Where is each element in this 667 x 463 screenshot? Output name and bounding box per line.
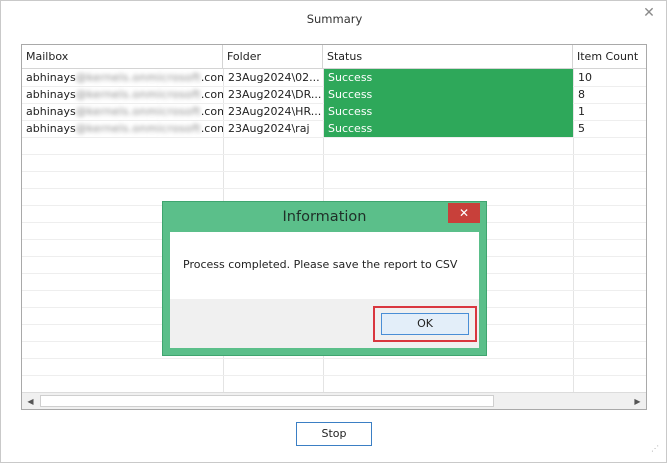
status-cell: Success xyxy=(324,69,573,86)
mailbox-cell: abhinays@kernels.onmicrosoft.com xyxy=(26,71,223,84)
stop-button[interactable]: Stop xyxy=(296,422,372,446)
table-row[interactable]: abhinays@kernels.onmicrosoft.com 23Aug20… xyxy=(22,86,646,103)
status-cell: Success xyxy=(324,86,573,103)
arrow-right-icon[interactable]: ▶ xyxy=(629,393,646,409)
ok-button-highlight: OK xyxy=(373,306,477,342)
arrow-left-icon[interactable]: ◀ xyxy=(22,393,39,409)
close-icon[interactable]: ✕ xyxy=(448,203,480,223)
summary-window: Summary ✕ Mailbox Folder Status Item Cou… xyxy=(0,0,667,463)
mailbox-cell: abhinays@kernels.onmicrosoft.com xyxy=(26,88,223,101)
ok-button[interactable]: OK xyxy=(381,313,469,335)
column-header-item-count[interactable]: Item Count xyxy=(573,45,646,69)
window-title: Summary xyxy=(306,12,363,26)
information-dialog: Information ✕ Process completed. Please … xyxy=(162,201,487,356)
dialog-title: Information xyxy=(282,209,367,225)
folder-cell: 23Aug2024\DR... xyxy=(228,88,322,101)
resize-grip-icon[interactable]: ⋰ xyxy=(651,445,663,458)
grid-header: Mailbox Folder Status Item Count xyxy=(22,45,646,69)
item-count-cell: 1 xyxy=(578,105,585,118)
close-icon[interactable]: ✕ xyxy=(641,5,657,21)
folder-cell: 23Aug2024\HR... xyxy=(228,105,322,118)
item-count-cell: 8 xyxy=(578,88,585,101)
dialog-body: Process completed. Please save the repor… xyxy=(170,232,479,348)
column-header-status[interactable]: Status xyxy=(323,45,573,69)
table-row[interactable]: abhinays@kernels.onmicrosoft.com 23Aug20… xyxy=(22,120,646,137)
mailbox-cell: abhinays@kernels.onmicrosoft.com xyxy=(26,122,223,135)
horizontal-scrollbar[interactable]: ◀ ▶ xyxy=(22,392,646,409)
status-cell: Success xyxy=(324,103,573,120)
dialog-message-area: Process completed. Please save the repor… xyxy=(170,232,479,299)
column-header-mailbox[interactable]: Mailbox xyxy=(22,45,223,69)
column-header-folder[interactable]: Folder xyxy=(223,45,323,69)
folder-cell: 23Aug2024\02... xyxy=(228,71,320,84)
scrollbar-thumb[interactable] xyxy=(40,395,494,407)
table-row[interactable]: abhinays@kernels.onmicrosoft.com 23Aug20… xyxy=(22,69,646,86)
item-count-cell: 10 xyxy=(578,71,592,84)
table-row[interactable]: abhinays@kernels.onmicrosoft.com 23Aug20… xyxy=(22,103,646,120)
dialog-message: Process completed. Please save the repor… xyxy=(183,258,458,271)
folder-cell: 23Aug2024\raj xyxy=(228,122,310,135)
item-count-cell: 5 xyxy=(578,122,585,135)
mailbox-cell: abhinays@kernels.onmicrosoft.com xyxy=(26,105,223,118)
status-cell: Success xyxy=(324,120,573,137)
